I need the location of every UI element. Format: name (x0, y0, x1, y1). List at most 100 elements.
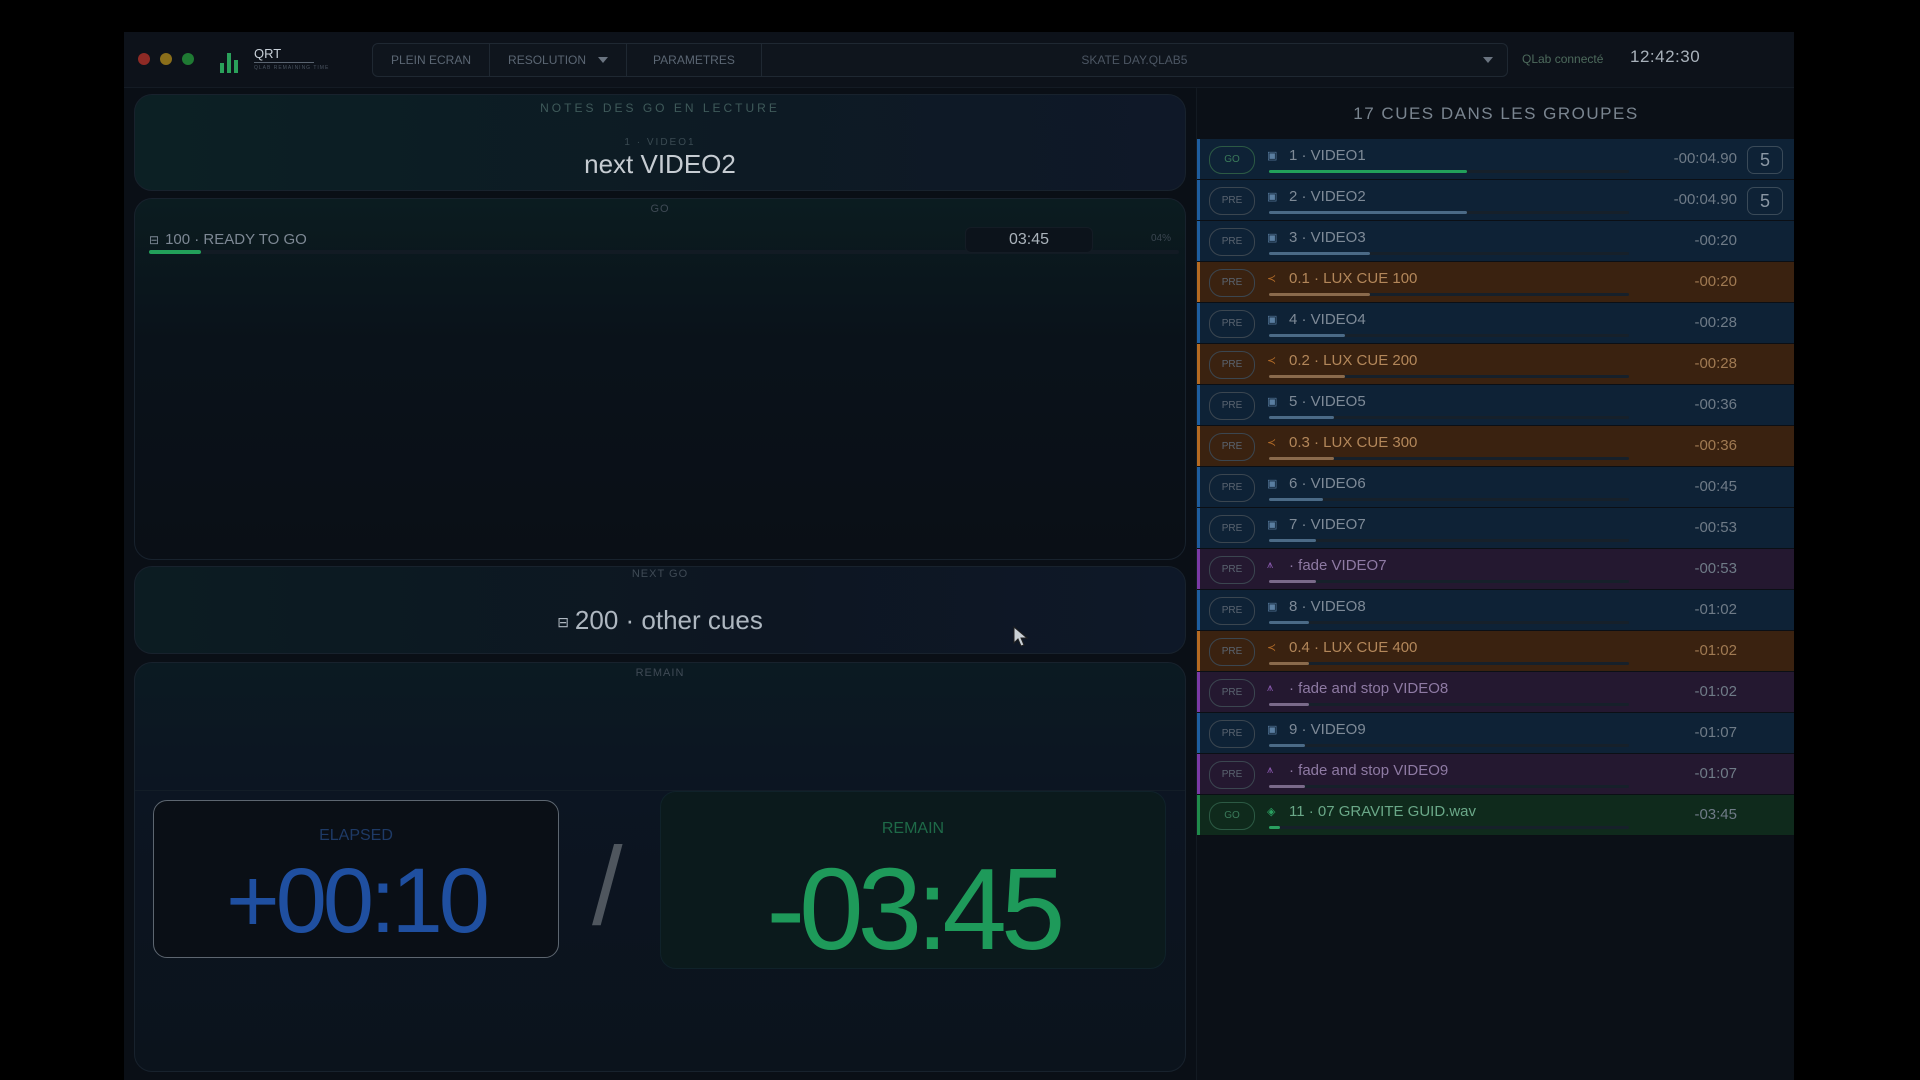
cue-row[interactable]: PRE ≺ 0.2 · LUX CUE 200 -00:28 (1197, 344, 1794, 385)
cue-progress-track (1269, 375, 1629, 378)
app-name: QRT (254, 46, 282, 61)
cue-type-accent (1197, 713, 1200, 753)
workspace-selector[interactable]: SKATE DAY.QLAB5 (762, 44, 1507, 76)
cue-state-button[interactable]: PRE (1209, 515, 1255, 543)
cue-type-accent (1197, 549, 1200, 589)
cue-type-accent (1197, 795, 1200, 835)
cue-remaining-time: -01:07 (1694, 765, 1737, 782)
cue-list-panel: 17 CUES DANS LES GROUPES GO ▣ 1 · VIDEO1 -0… (1196, 88, 1794, 1080)
cue-state-button[interactable]: PRE (1209, 392, 1255, 420)
cue-row[interactable]: PRE ≺ 0.1 · LUX CUE 100 -00:20 (1197, 262, 1794, 303)
video-icon: ▣ (1267, 150, 1278, 162)
cue-row[interactable]: PRE ⩚ · fade VIDEO7 -00:53 (1197, 549, 1794, 590)
cue-list-header: 17 CUES DANS LES GROUPES (1353, 104, 1639, 123)
cue-state-button[interactable]: PRE (1209, 310, 1255, 338)
app-subtitle: QLAB REMAINING TIME (254, 65, 330, 71)
cue-label: · fade and stop VIDEO8 (1289, 680, 1449, 697)
cue-state-button[interactable]: PRE (1209, 720, 1255, 748)
cue-progress-fill (1269, 785, 1305, 788)
resolution-label: RESOLUTION (508, 53, 587, 67)
logo-divider (254, 62, 314, 63)
cue-state-button[interactable]: PRE (1209, 228, 1255, 256)
cue-progress-fill (1269, 252, 1370, 255)
remain-panel-label: REMAIN (635, 667, 685, 679)
cue-row[interactable]: PRE ≺ 0.4 · LUX CUE 400 -01:02 (1197, 631, 1794, 672)
video-icon: ▣ (1267, 519, 1278, 531)
cue-remaining-time: -00:53 (1694, 560, 1737, 577)
cue-remaining-time: -00:04.90 (1673, 191, 1737, 208)
cue-type-accent (1197, 385, 1200, 425)
cue-progress-fill (1269, 293, 1370, 296)
cue-row[interactable]: PRE ▣ 8 · VIDEO8 -01:02 (1197, 590, 1794, 631)
chevron-down-icon (1483, 57, 1493, 63)
cue-type-accent (1197, 631, 1200, 671)
cue-row[interactable]: PRE ▣ 9 · VIDEO9 -01:07 (1197, 713, 1794, 754)
title-bar: QRT QLAB REMAINING TIME PLEIN ECRAN RESO… (124, 32, 1794, 88)
cue-count-badge: 5 (1747, 146, 1783, 174)
cue-state-button[interactable]: PRE (1209, 474, 1255, 502)
cue-state-button[interactable]: PRE (1209, 187, 1255, 215)
settings-button[interactable]: PARAMETRES (627, 44, 762, 76)
cue-type-accent (1197, 303, 1200, 343)
cue-remaining-time: -00:20 (1694, 273, 1737, 290)
cue-state-button[interactable]: PRE (1209, 433, 1255, 461)
cue-row[interactable]: PRE ≺ 0.3 · LUX CUE 300 -00:36 (1197, 426, 1794, 467)
cue-row[interactable]: PRE ▣ 2 · VIDEO2 -00:04.90 5 (1197, 180, 1794, 221)
cue-row[interactable]: PRE ▣ 3 · VIDEO3 -00:20 (1197, 221, 1794, 262)
minimize-window-button[interactable] (160, 53, 172, 65)
cue-row[interactable]: PRE ▣ 4 · VIDEO4 -00:28 (1197, 303, 1794, 344)
cue-state-button[interactable]: PRE (1209, 597, 1255, 625)
cue-state-button[interactable]: PRE (1209, 761, 1255, 789)
cue-label: 6 · VIDEO6 (1289, 475, 1366, 492)
go-cue-percent: 04% (1150, 233, 1171, 244)
cue-row[interactable]: PRE ⩚ · fade and stop VIDEO8 -01:02 (1197, 672, 1794, 713)
next-go-label: NEXT GO (631, 568, 689, 580)
cue-state-button[interactable]: PRE (1209, 556, 1255, 584)
remain-panel: REMAIN ELAPSED +00:10 / REMAIN -03:45 (134, 662, 1186, 1072)
notes-cue-name: 1 · VIDEO1 (624, 137, 696, 148)
cue-state-button[interactable]: PRE (1209, 269, 1255, 297)
zoom-window-button[interactable] (182, 53, 194, 65)
cue-state-button[interactable]: PRE (1209, 638, 1255, 666)
cue-state-button[interactable]: PRE (1209, 351, 1255, 379)
connection-status: QLab connecté (1522, 52, 1604, 66)
cue-type-accent (1197, 426, 1200, 466)
cue-row[interactable]: GO ◈ 11 · 07 GRAVITE GUID.wav -03:45 (1197, 795, 1794, 836)
cue-progress-track (1269, 580, 1629, 583)
cue-row[interactable]: PRE ⩚ · fade and stop VIDEO9 -01:07 (1197, 754, 1794, 795)
cue-type-accent (1197, 344, 1200, 384)
clock: 12:42:30 (1630, 47, 1701, 66)
remain-display: REMAIN -03:45 (660, 791, 1166, 974)
notes-panel: NOTES DES GO EN LECTURE 1 · VIDEO1 next … (134, 94, 1186, 191)
cue-progress-fill (1269, 539, 1316, 542)
cue-type-accent (1197, 508, 1200, 548)
cue-label: 7 · VIDEO7 (1289, 516, 1366, 533)
remain-time: -03:45 (766, 844, 1066, 974)
cue-row[interactable]: GO ▣ 1 · VIDEO1 -00:04.90 5 (1197, 139, 1794, 180)
group-icon: ⊟ (149, 232, 160, 247)
light-icon: ≺ (1267, 355, 1277, 367)
cue-remaining-time: -00:20 (1694, 232, 1737, 249)
cue-state-button[interactable]: GO (1209, 146, 1255, 174)
resolution-dropdown[interactable]: RESOLUTION (490, 44, 628, 76)
go-progress-bar (149, 250, 201, 254)
cue-row[interactable]: PRE ▣ 7 · VIDEO7 -00:53 (1197, 508, 1794, 549)
cue-state-button[interactable]: GO (1209, 802, 1255, 830)
cue-row[interactable]: PRE ▣ 6 · VIDEO6 -00:45 (1197, 467, 1794, 508)
cue-remaining-time: -01:02 (1694, 683, 1737, 700)
close-window-button[interactable] (138, 53, 150, 65)
notes-text: next VIDEO2 (584, 149, 736, 179)
fullscreen-button[interactable]: PLEIN ECRAN (373, 44, 491, 76)
cue-label: 0.4 · LUX CUE 400 (1289, 639, 1418, 656)
cue-type-accent (1197, 672, 1200, 712)
cue-remaining-time: -00:28 (1694, 314, 1737, 331)
video-icon: ▣ (1267, 396, 1278, 408)
cue-progress-fill (1269, 416, 1334, 419)
cue-type-accent (1197, 221, 1200, 261)
cue-row[interactable]: PRE ▣ 5 · VIDEO5 -00:36 (1197, 385, 1794, 426)
group-icon: ⊟ (557, 613, 569, 630)
video-icon: ▣ (1267, 314, 1278, 326)
cue-state-button[interactable]: PRE (1209, 679, 1255, 707)
cue-remaining-time: -00:45 (1694, 478, 1737, 495)
elapsed-time: +00:10 (226, 850, 490, 952)
